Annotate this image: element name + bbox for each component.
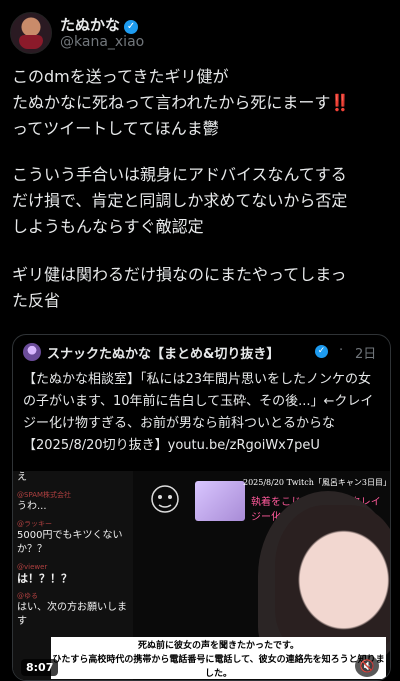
- chat-message-text: 5000円でもキツくないか？？: [17, 530, 123, 555]
- author-name[interactable]: たぬかな ✓: [60, 14, 139, 35]
- chat-username: @ゆる: [17, 592, 38, 600]
- quoted-tweet-card[interactable]: スナックたぬかな【まとめ&切り抜き】 ✓ · 2日 【たぬかな相談室】「私には2…: [12, 334, 391, 681]
- chat-message: @viewer は！？！？: [13, 563, 133, 586]
- chat-message-text: は！？！？: [17, 572, 72, 585]
- subtitle-line: ひたすら高校時代の携帯から電話番号に電話して、彼女の連絡先を知ろうと知りました。: [52, 655, 385, 679]
- stream-thumbnail: [195, 481, 245, 521]
- chat-username: @ラッキー: [17, 520, 52, 528]
- quoted-video[interactable]: え @SPAM株式会社 うわ... @ラッキー 5000円でもキツくないか？？ …: [13, 471, 390, 680]
- tweet-text: このdmを送ってきたギリ健が たぬかなに死ねって言われたから死にまーす‼️ って…: [12, 64, 392, 314]
- chat-message: @ゆる はい、次の方お願いします: [13, 592, 133, 629]
- chat-message-text: はい、次の方お願いします: [17, 602, 127, 627]
- chat-username: @SPAM株式会社: [17, 491, 72, 499]
- tweet-paragraph-1-text: このdmを送ってきたギリ健が たぬかなに死ねって言われたから死にまーす: [12, 67, 331, 112]
- quoted-timestamp: 2日: [355, 347, 377, 362]
- quoted-author-name: スナックたぬかな【まとめ&切り抜き】: [47, 347, 280, 362]
- streamer-portrait: [275, 505, 390, 655]
- verified-badge-icon: ✓: [124, 20, 139, 34]
- subtitle-line: 死ぬ前に彼女の声を聞きたかったです。: [137, 641, 300, 651]
- quoted-tweet-text: 【たぬかな相談室】「私には23年間片思いをしたノンケの女の子がいます、10年前に…: [23, 372, 374, 453]
- tweet-paragraph-3: ギリ健は関わるだけ損なのにまたやってしまっ た反省: [12, 265, 347, 310]
- chat-message: @ラッキー 5000円でもキツくないか？？: [13, 520, 133, 557]
- author-name-text[interactable]: たぬかな: [60, 16, 120, 34]
- author-avatar[interactable]: [10, 12, 52, 54]
- tweet-paragraph-1: このdmを送ってきたギリ健が たぬかなに死ねって言われたから死にまーす‼️ って…: [12, 64, 392, 142]
- tweet-paragraph-1-end: ってツイートしててほんま鬱: [12, 119, 219, 138]
- speaker-muted-icon[interactable]: 🔇: [355, 655, 379, 677]
- video-duration: 8:07: [21, 659, 59, 676]
- tweet-header: たぬかな ✓ @kana_xiao: [10, 10, 390, 56]
- chat-message: え: [13, 471, 133, 485]
- mascot-icon: [151, 485, 179, 513]
- author-handle[interactable]: @kana_xiao: [60, 34, 144, 50]
- separator-dot: ·: [339, 343, 344, 358]
- quoted-author-avatar: [23, 343, 41, 361]
- stream-title: 2025/8/20 Twitch「風呂キャン3日目」: [243, 478, 390, 487]
- double-exclamation-icon: ‼️: [330, 93, 351, 112]
- video-subtitle: 死ぬ前に彼女の声を聞きたかったです。 ひたすら高校時代の携帯から電話番号に電話し…: [51, 637, 386, 679]
- chat-username: @viewer: [17, 563, 48, 571]
- chat-message-text: え: [17, 472, 27, 483]
- tweet-paragraph-2: こういう手合いは親身にアドバイスなんてする だけ損で、肯定と同調しか求めてないか…: [12, 165, 348, 236]
- verified-badge-icon: ✓: [315, 345, 328, 358]
- chat-message-text: うわ...: [17, 501, 47, 512]
- quoted-tweet-header: スナックたぬかな【まとめ&切り抜き】 ✓ · 2日: [23, 343, 383, 363]
- chat-message: @SPAM株式会社 うわ...: [13, 491, 133, 514]
